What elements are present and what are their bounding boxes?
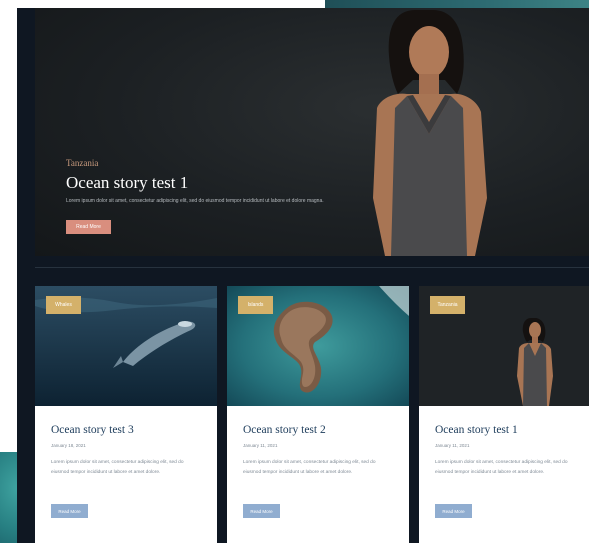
post-card-body: Ocean story test 3 January 18, 2021 Lore… [35, 406, 217, 543]
post-card-category-badge[interactable]: Whales [46, 296, 81, 314]
hero-category-label[interactable]: Tanzania [66, 158, 98, 168]
page: Tanzania Ocean story test 1 Lorem ipsum … [0, 0, 589, 543]
post-card-body: Ocean story test 1 January 11, 2021 Lore… [419, 406, 589, 543]
post-card-read-more-button[interactable]: Read More [51, 504, 88, 518]
post-card-date: January 18, 2021 [51, 443, 86, 448]
hero-excerpt: Lorem ipsum dolor sit amet, consectetur … [66, 198, 324, 204]
post-card-image[interactable]: Tanzania [419, 286, 589, 406]
section-divider [35, 267, 589, 268]
hero-title[interactable]: Ocean story test 1 [66, 173, 188, 193]
post-card[interactable]: Islands Ocean story test 2 January 11, 2… [227, 286, 409, 543]
hero-read-more-button[interactable]: Read More [66, 220, 111, 234]
post-card-image[interactable]: Whales [35, 286, 217, 406]
post-card-title[interactable]: Ocean story test 2 [243, 424, 326, 436]
featured-post-hero[interactable]: Tanzania Ocean story test 1 Lorem ipsum … [35, 8, 589, 256]
post-card-category-badge[interactable]: Tanzania [430, 296, 465, 314]
post-card-excerpt: Lorem ipsum dolor sit amet, consectetur … [51, 460, 184, 475]
post-card-image[interactable]: Islands [227, 286, 409, 406]
post-card-category-badge[interactable]: Islands [238, 296, 273, 314]
post-card-excerpt: Lorem ipsum dolor sit amet, consectetur … [243, 460, 376, 475]
post-card-read-more-button[interactable]: Read More [243, 504, 280, 518]
post-card-title[interactable]: Ocean story test 3 [51, 424, 134, 436]
post-card[interactable]: Tanzania Ocean story test 1 January 11, … [419, 286, 589, 543]
blog-section: Tanzania Ocean story test 1 Lorem ipsum … [17, 8, 589, 543]
post-card[interactable]: Whales Ocean story test 3 January 18, 20… [35, 286, 217, 543]
post-card-read-more-button[interactable]: Read More [435, 504, 472, 518]
post-card-excerpt: Lorem ipsum dolor sit amet, consectetur … [435, 460, 568, 475]
post-card-title[interactable]: Ocean story test 1 [435, 424, 518, 436]
hero-person-photo [373, 10, 487, 256]
post-card-date: January 11, 2021 [243, 443, 278, 448]
post-card-body: Ocean story test 2 January 11, 2021 Lore… [227, 406, 409, 543]
post-card-date: January 11, 2021 [435, 443, 470, 448]
